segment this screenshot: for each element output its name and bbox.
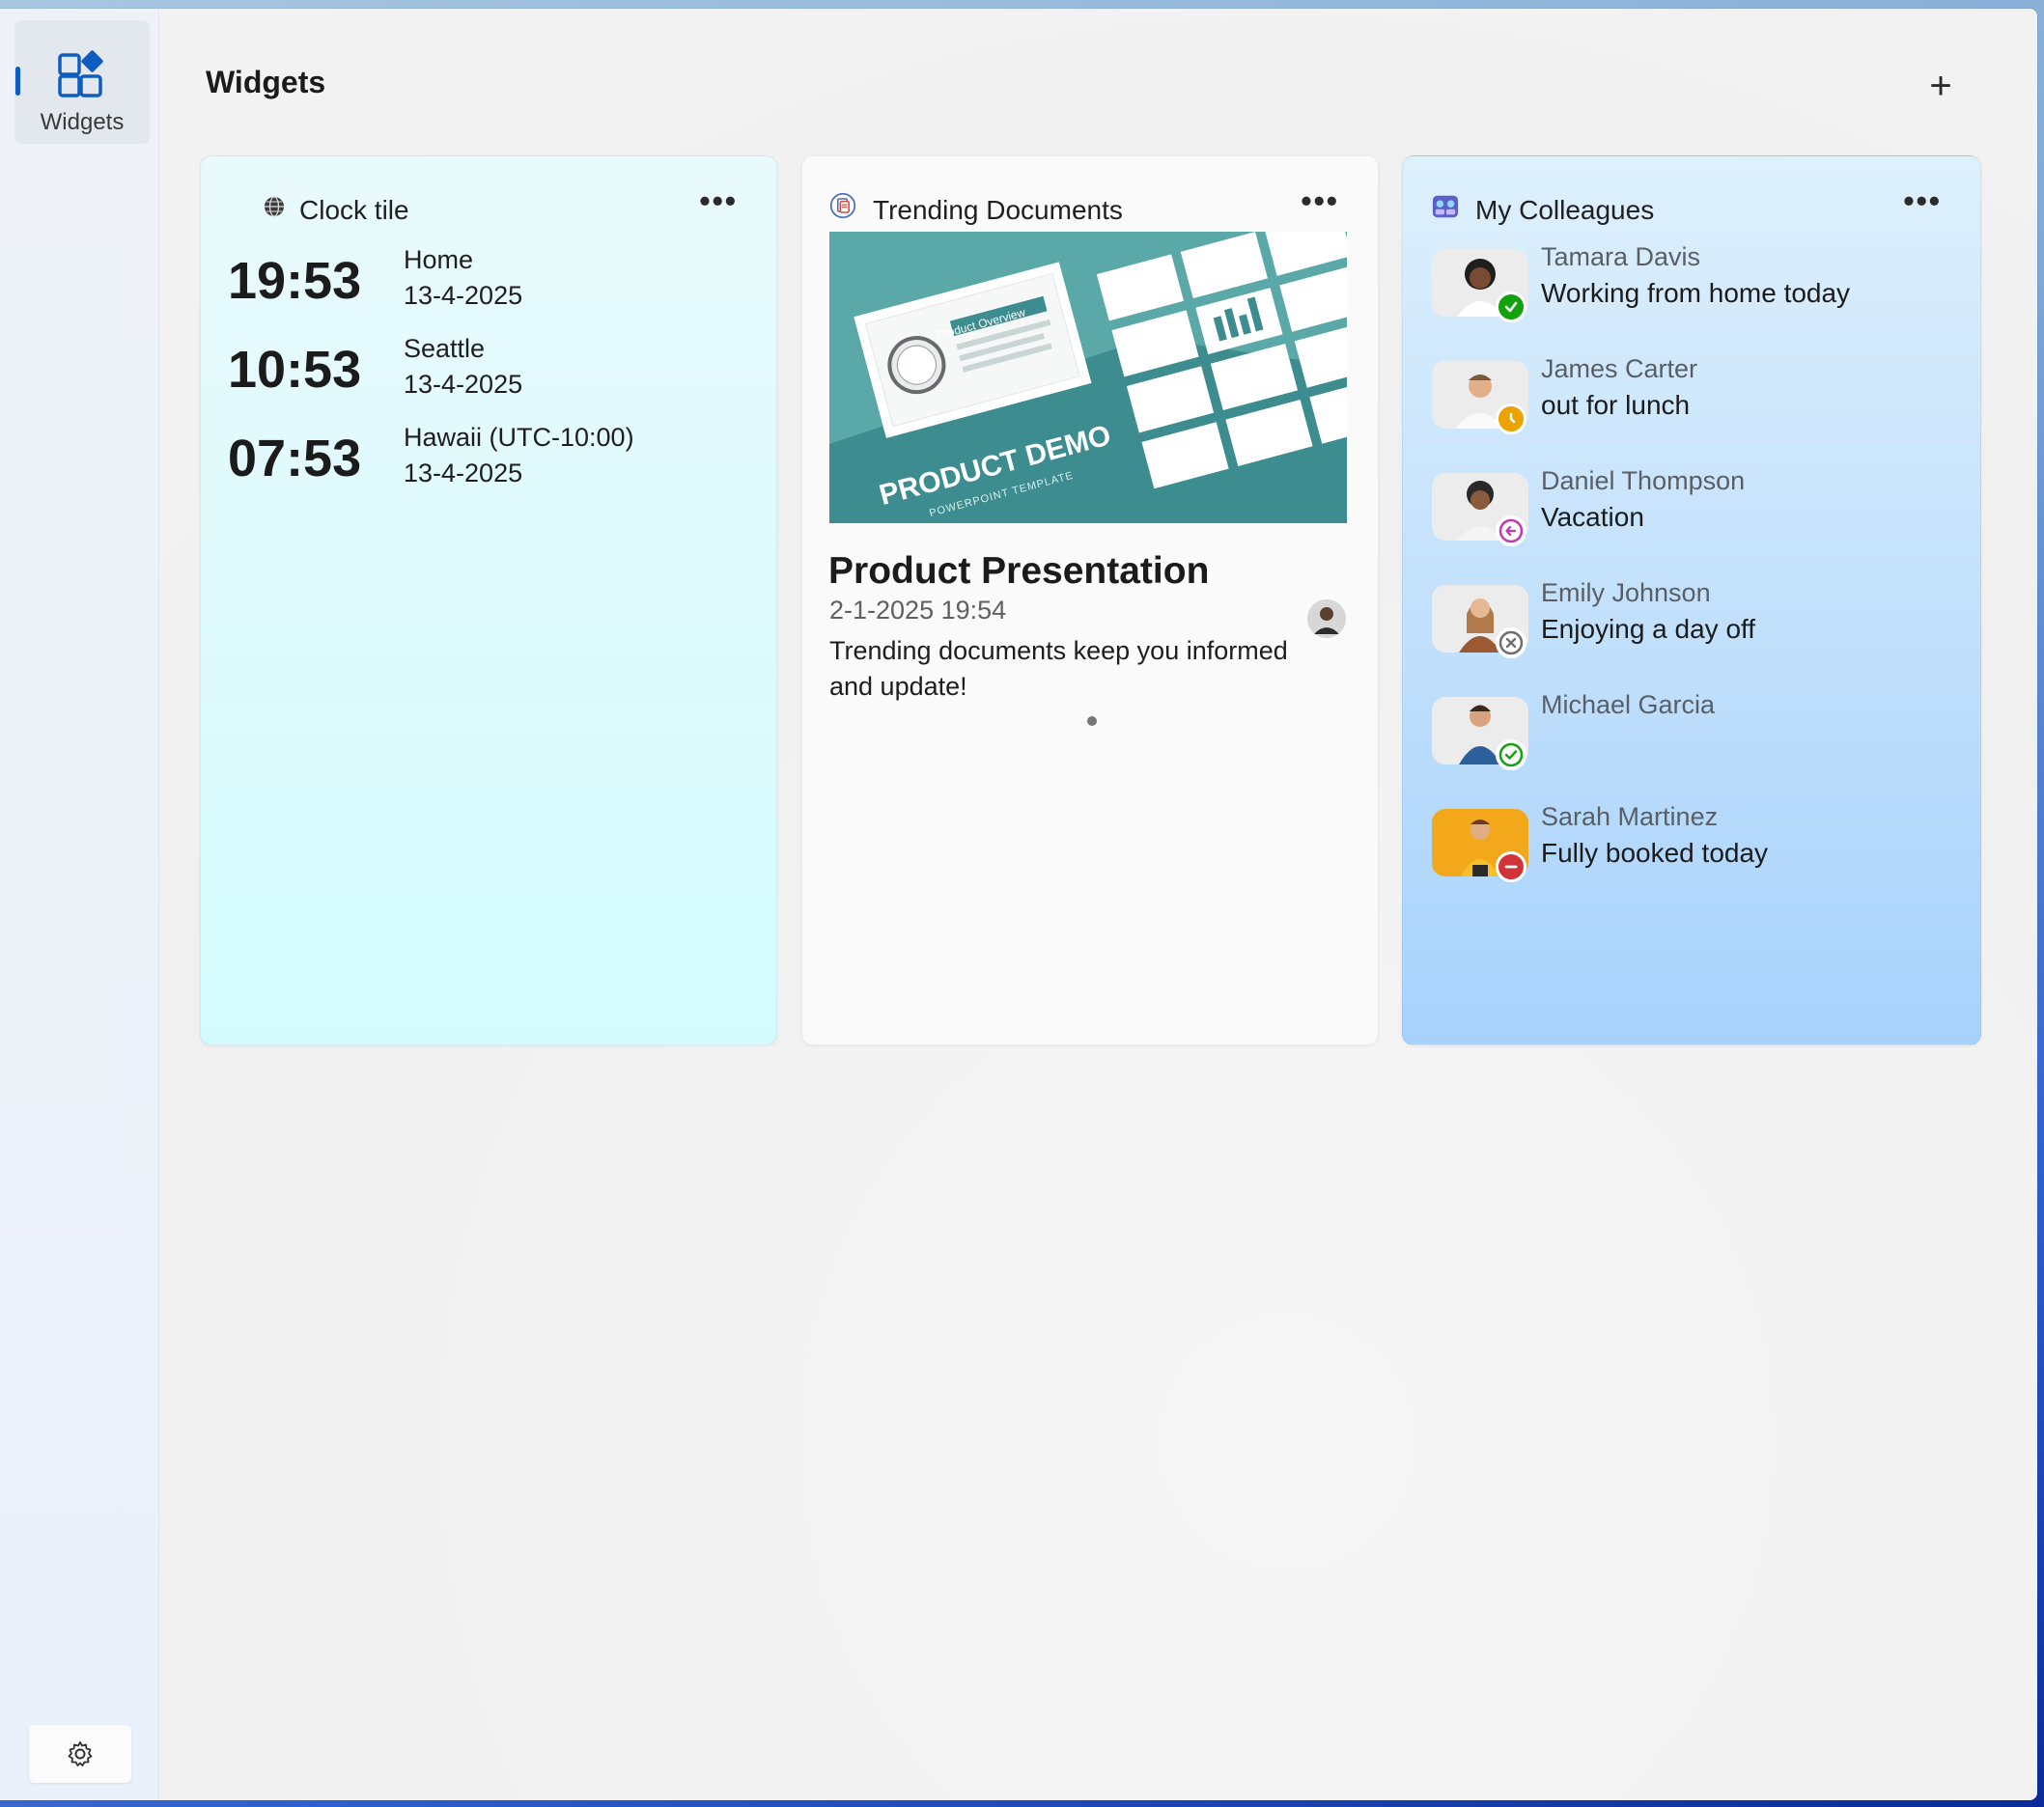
clock-time: 10:53 — [228, 341, 362, 399]
available-outline-status-icon — [1496, 739, 1526, 770]
document-title[interactable]: Product Presentation — [828, 550, 1209, 593]
colleague-item[interactable]: Michael Garcia — [1432, 690, 1953, 803]
colleague-name: Sarah Martinez — [1541, 802, 1719, 831]
add-widget-button[interactable]: + — [1921, 67, 1960, 107]
colleague-item[interactable]: James Carter out for lunch — [1432, 354, 1953, 467]
offline-status-icon — [1496, 627, 1526, 658]
clock-location: Seattle — [404, 334, 486, 363]
document-description: Trending documents keep you informed and… — [829, 636, 1288, 701]
navigation-pane: Widgets — [0, 9, 159, 1800]
colleague-status: Working from home today — [1541, 278, 1851, 308]
colleague-item[interactable]: Daniel Thompson Vacation — [1432, 466, 1953, 579]
people-icon — [1432, 195, 1459, 218]
widgets-board: Widgets + Clock tile ••• 19:53 Home 13-4… — [159, 9, 2037, 1800]
colleague-name: Emily Johnson — [1541, 578, 1711, 607]
colleague-status: out for lunch — [1541, 390, 1691, 420]
colleague-name: Daniel Thompson — [1541, 466, 1746, 495]
busy-status-icon — [1496, 851, 1526, 882]
my-colleagues-card[interactable]: My Colleagues ••• Tamara Davis Working f… — [1402, 155, 1981, 1045]
document-thumbnail[interactable]: PRODUCT DEMO POWERPOINT TEMPLATE Product… — [829, 232, 1347, 523]
away-status-icon — [1496, 403, 1526, 434]
colleague-item[interactable]: Sarah Martinez Fully booked today — [1432, 802, 1953, 915]
globe-icon — [265, 196, 284, 217]
more-options-button[interactable]: ••• — [699, 183, 738, 219]
nav-item-label: Widgets — [40, 109, 125, 135]
page-title: Widgets — [206, 65, 326, 99]
card-title: My Colleagues — [1475, 195, 1655, 225]
out-of-office-status-icon — [1496, 515, 1526, 546]
clock-location: Hawaii (UTC-10:00) — [404, 423, 634, 452]
colleague-status: Fully booked today — [1541, 838, 1769, 868]
gear-icon — [68, 1741, 93, 1766]
trending-documents-card[interactable]: Trending Documents ••• PRODUCT DEMO POWE… — [801, 155, 1379, 1045]
document-date: 2-1-2025 19:54 — [829, 596, 1007, 625]
selection-indicator — [15, 67, 20, 96]
author-avatar — [1307, 599, 1346, 638]
colleague-name: Michael Garcia — [1541, 690, 1716, 719]
more-options-button[interactable]: ••• — [1903, 183, 1942, 219]
colleague-name: James Carter — [1541, 354, 1698, 383]
widgets-window: Widgets Widgets + Clock tile ••• 19:53 H… — [0, 9, 2037, 1800]
pager-dot[interactable] — [1087, 716, 1097, 726]
clock-tile-card[interactable]: Clock tile ••• 19:53 Home 13-4-2025 10:5… — [200, 155, 777, 1045]
clock-entry: 19:53 Home 13-4-2025 — [228, 245, 749, 322]
clock-date: 13-4-2025 — [404, 281, 523, 310]
nav-item-widgets[interactable]: Widgets — [14, 20, 150, 144]
clock-date: 13-4-2025 — [404, 370, 523, 399]
available-status-icon — [1496, 292, 1526, 322]
colleague-status: Vacation — [1541, 502, 1644, 532]
thumbnail-image: PRODUCT DEMO POWERPOINT TEMPLATE Product… — [829, 232, 1347, 523]
colleague-item[interactable]: Tamara Davis Working from home today — [1432, 242, 1953, 355]
clock-time: 19:53 — [228, 252, 362, 310]
settings-button[interactable] — [29, 1725, 131, 1783]
card-title: Trending Documents — [873, 195, 1123, 225]
clock-time: 07:53 — [228, 430, 362, 487]
card-title: Clock tile — [299, 195, 409, 225]
more-options-button[interactable]: ••• — [1301, 183, 1339, 219]
clock-entry: 10:53 Seattle 13-4-2025 — [228, 334, 749, 411]
colleague-item[interactable]: Emily Johnson Enjoying a day off — [1432, 578, 1953, 691]
clock-date: 13-4-2025 — [404, 459, 523, 487]
clock-location: Home — [404, 245, 474, 274]
document-icon — [829, 192, 856, 219]
colleague-status: Enjoying a day off — [1541, 614, 1756, 644]
colleague-name: Tamara Davis — [1541, 242, 1701, 271]
clock-entry: 07:53 Hawaii (UTC-10:00) 13-4-2025 — [228, 423, 749, 500]
widgets-icon — [58, 50, 103, 97]
